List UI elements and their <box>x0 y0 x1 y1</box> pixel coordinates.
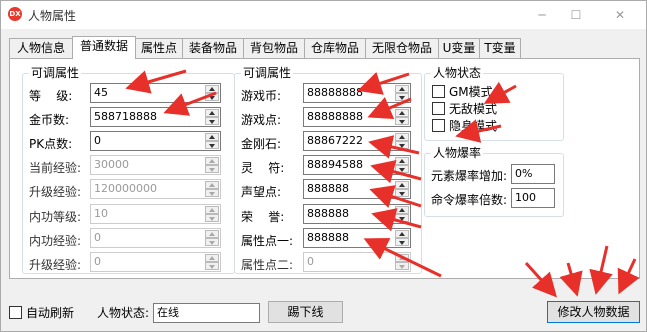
annotation-arrow <box>483 81 517 104</box>
annotation-arrow <box>589 245 613 295</box>
character-attributes-window: DX 人物属性 ─ ☐ ✕ 人物信息 普通数据 属性点 装备物品 背包物品 仓库… <box>0 0 647 332</box>
annotation-arrow <box>163 91 217 116</box>
annotation-arrow <box>363 238 442 278</box>
annotation-arrow <box>559 262 583 297</box>
annotation-arrow <box>357 72 410 95</box>
annotation-arrow <box>367 96 412 120</box>
annotation-arrow <box>368 135 420 159</box>
annotation-arrow <box>524 261 558 298</box>
annotation-arrow <box>617 258 640 295</box>
annotation-arrow <box>371 208 422 232</box>
annotation-arrow <box>369 185 422 208</box>
annotation-arrow <box>125 69 187 94</box>
annotation-arrow <box>455 119 502 143</box>
tab-normal-data[interactable]: 普通数据 <box>72 36 136 59</box>
annotation-arrow <box>370 160 422 184</box>
